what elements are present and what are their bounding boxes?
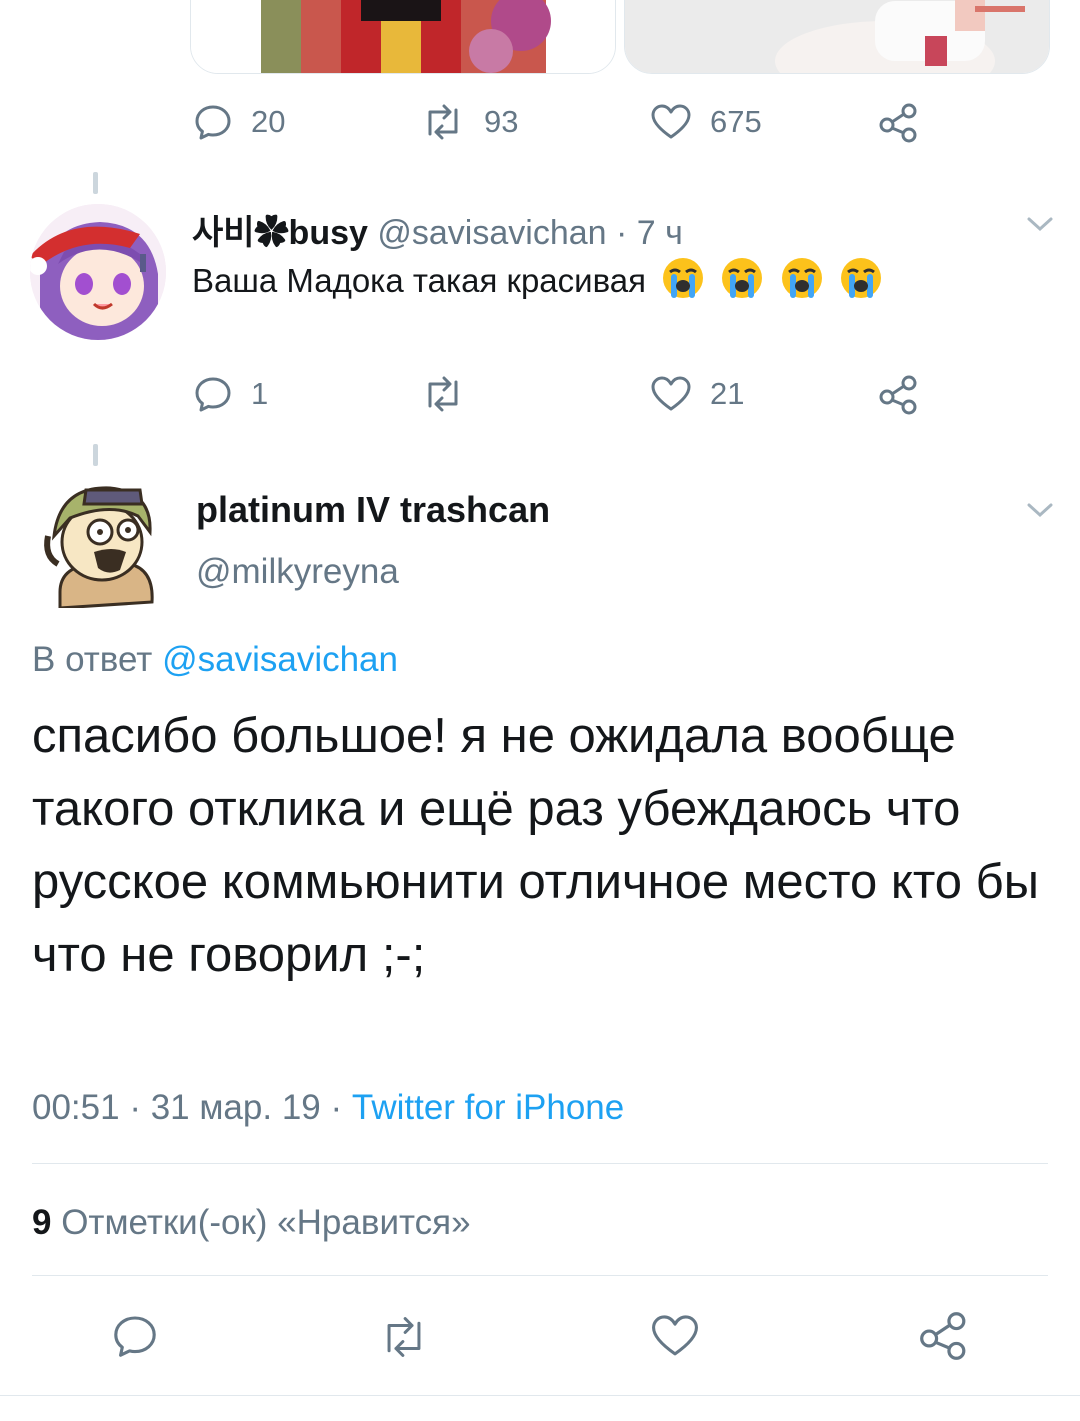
timestamp[interactable]: 7 ч	[637, 214, 683, 252]
divider	[32, 1275, 1048, 1276]
heart-icon	[651, 376, 691, 411]
reply-count: 1	[251, 376, 269, 411]
tweet-header: 사비✿busy @savisavichan · 7 ч	[192, 205, 683, 254]
share-icon	[879, 375, 917, 415]
tweet-source-link[interactable]: Twitter for iPhone	[352, 1088, 624, 1127]
heart-icon[interactable]	[650, 1312, 700, 1360]
likes-count: 9	[32, 1203, 52, 1242]
avatar-image	[30, 204, 166, 340]
display-name[interactable]: 사비✿busy	[192, 214, 368, 252]
separator-dot: ·	[129, 1088, 141, 1127]
likes-label: Отметки(-ок) «Нравится»	[61, 1203, 471, 1242]
retweet-icon[interactable]	[376, 1314, 432, 1360]
heart-icon	[651, 104, 691, 139]
reply-action[interactable]: 1	[193, 374, 268, 414]
avatar-image	[44, 486, 154, 608]
separator-dot: ·	[330, 1088, 343, 1127]
chevron-down-icon[interactable]	[1026, 214, 1054, 234]
avatar[interactable]	[30, 472, 166, 608]
display-name[interactable]: platinum IV trashcan	[196, 489, 550, 531]
emoji-group	[655, 258, 883, 299]
like-action[interactable]: 21	[650, 374, 744, 414]
like-count: 675	[710, 104, 762, 139]
avatar[interactable]	[30, 204, 166, 340]
user-handle[interactable]: @savisavichan	[377, 214, 606, 252]
share-action[interactable]	[878, 102, 920, 144]
retweet-icon	[428, 376, 458, 412]
divider	[0, 1395, 1080, 1396]
reply-count: 20	[251, 104, 286, 139]
chevron-down-icon[interactable]	[1026, 500, 1054, 520]
tweet-body: Ваша Мадока такая красивая	[192, 262, 646, 299]
reply-icon	[195, 377, 231, 412]
media-right[interactable]	[624, 0, 1050, 74]
retweet-count: 93	[484, 104, 519, 139]
photo-thumbnail-left	[191, 0, 615, 73]
tweet-time: 00:51	[32, 1088, 120, 1127]
reply-to-label: В ответ	[32, 640, 153, 679]
thread-line	[93, 172, 98, 194]
thread-line	[93, 444, 98, 466]
reply-icon[interactable]	[111, 1312, 159, 1360]
share-icon[interactable]	[918, 1310, 970, 1362]
loudly-crying-face-icon	[781, 258, 822, 298]
media-left[interactable]	[190, 0, 616, 74]
divider	[32, 1163, 1048, 1164]
loudly-crying-face-icon	[840, 258, 881, 298]
likes-summary[interactable]: 9 Отметки(-ок) «Нравится»	[32, 1203, 471, 1243]
retweet-action[interactable]: 93	[420, 102, 518, 142]
share-action[interactable]	[878, 374, 920, 416]
tweet-date: 31 мар. 19	[150, 1088, 321, 1127]
retweet-icon	[428, 104, 458, 140]
share-icon	[879, 103, 917, 143]
loudly-crying-face-icon	[663, 258, 704, 298]
separator-dot: ·	[616, 214, 628, 252]
tweet-body: спасибо большое! я не ожидала вообще так…	[32, 709, 1039, 982]
reply-action[interactable]: 20	[193, 102, 285, 142]
reply-context: В ответ @savisavichan	[32, 640, 398, 680]
like-action[interactable]: 675	[650, 102, 762, 142]
retweet-action[interactable]	[420, 374, 484, 414]
reply-to-handle[interactable]: @savisavichan	[162, 640, 398, 679]
loudly-crying-face-icon	[722, 258, 763, 298]
tweet-text: Ваша Мадока такая красивая	[192, 256, 883, 300]
tweet-meta: 00:51 · 31 мар. 19 · Twitter for iPhone	[32, 1088, 624, 1128]
like-count: 21	[710, 376, 745, 411]
user-handle[interactable]: @milkyreyna	[196, 552, 399, 592]
reply-icon	[195, 105, 231, 140]
photo-thumbnail-right	[625, 0, 1049, 73]
